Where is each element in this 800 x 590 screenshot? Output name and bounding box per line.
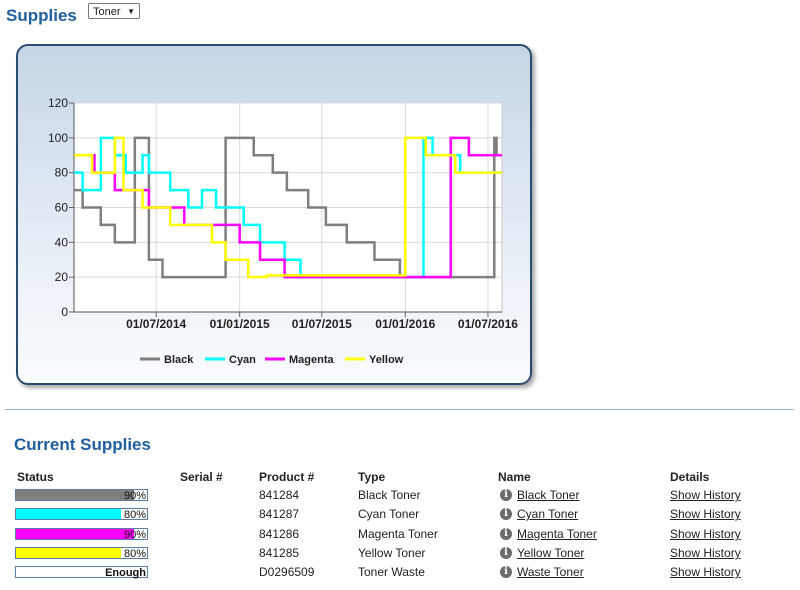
type-cell: Cyan Toner <box>358 507 420 521</box>
status-level-bar: 90% <box>15 528 148 541</box>
info-icon[interactable]: i <box>500 547 512 559</box>
current-supplies-title: Current Supplies <box>14 435 151 454</box>
show-history-link[interactable]: Show History <box>670 507 741 521</box>
y-tick-label: 0 <box>61 305 68 319</box>
info-icon[interactable]: i <box>500 566 512 578</box>
x-tick-label: 01/07/2016 <box>458 317 518 331</box>
type-cell: Black Toner <box>358 488 421 502</box>
legend-label: Magenta <box>289 354 335 366</box>
supply-name-link[interactable]: Magenta Toner <box>517 527 597 541</box>
status-level-bar: Enough <box>15 566 148 579</box>
info-icon[interactable]: i <box>500 489 512 501</box>
status-level-fill <box>16 548 121 558</box>
col-header-details: Details <box>670 470 710 484</box>
legend-label: Yellow <box>369 354 404 366</box>
show-history-link[interactable]: Show History <box>670 527 741 541</box>
supply-name-link[interactable]: Yellow Toner <box>517 546 584 560</box>
y-tick-label: 20 <box>55 270 69 284</box>
supply-name-link[interactable]: Waste Toner <box>517 565 584 579</box>
x-tick-label: 01/01/2016 <box>375 317 435 331</box>
col-header-name: Name <box>498 470 531 484</box>
status-level-text: 80% <box>123 548 146 560</box>
product-number-cell: 841287 <box>259 507 300 521</box>
show-history-link[interactable]: Show History <box>670 565 741 579</box>
status-level-fill <box>16 509 121 519</box>
status-level-fill <box>16 490 134 500</box>
legend-label: Black <box>164 354 194 366</box>
col-header-serial: Serial # <box>180 470 223 484</box>
product-number-cell: 841285 <box>259 546 300 560</box>
x-tick-label: 01/01/2015 <box>210 317 270 331</box>
y-tick-label: 40 <box>55 235 69 249</box>
status-level-bar: 80% <box>15 508 148 521</box>
y-tick-label: 80 <box>55 166 69 180</box>
product-number-cell: 841286 <box>259 527 300 541</box>
col-header-product: Product # <box>259 470 315 484</box>
y-tick-label: 100 <box>48 131 68 145</box>
supply-name-link[interactable]: Black Toner <box>517 488 579 502</box>
status-level-text: 90% <box>123 490 146 502</box>
y-tick-label: 60 <box>55 201 69 215</box>
show-history-link[interactable]: Show History <box>670 488 741 502</box>
supply-name-link[interactable]: Cyan Toner <box>517 507 578 521</box>
status-level-text: 90% <box>123 529 146 541</box>
status-level-text: Enough <box>105 567 146 579</box>
section-divider <box>5 409 794 410</box>
x-tick-label: 01/07/2015 <box>292 317 352 331</box>
product-number-cell: 841284 <box>259 488 300 502</box>
status-level-bar: 80% <box>15 547 148 560</box>
status-level-bar: 90% <box>15 489 148 502</box>
y-tick-label: 120 <box>48 96 68 110</box>
status-level-text: 80% <box>123 509 146 521</box>
info-icon[interactable]: i <box>500 508 512 520</box>
type-cell: Magenta Toner <box>358 527 438 541</box>
type-cell: Yellow Toner <box>358 546 426 560</box>
status-level-fill <box>16 529 134 539</box>
x-tick-label: 01/07/2014 <box>126 317 186 331</box>
legend-label: Cyan <box>229 354 256 366</box>
col-header-status: Status <box>17 470 54 484</box>
info-icon[interactable]: i <box>500 528 512 540</box>
col-header-type: Type <box>358 470 386 484</box>
type-cell: Toner Waste <box>358 565 425 579</box>
show-history-link[interactable]: Show History <box>670 546 741 560</box>
product-number-cell: D0296509 <box>259 565 315 579</box>
supplies-history-chart: 0 20 40 60 80 100 120 01/07/2014 01/01/2015 01/07… <box>48 96 518 366</box>
